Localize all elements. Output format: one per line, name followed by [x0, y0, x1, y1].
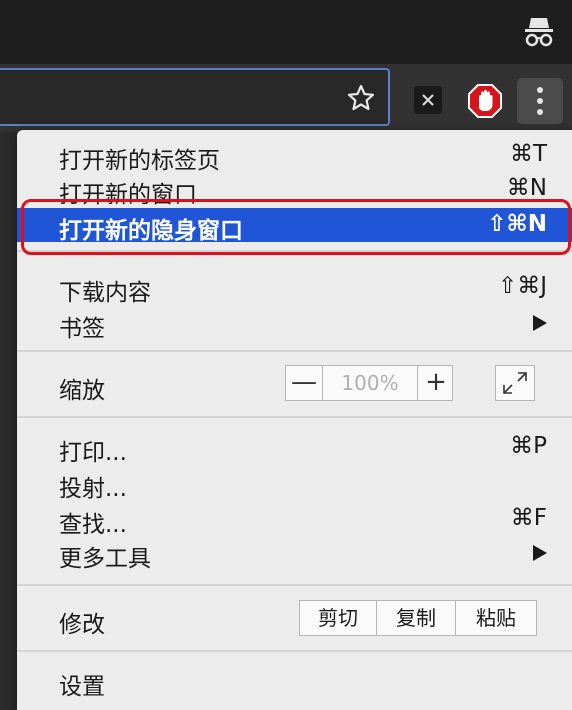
fullscreen-button[interactable]	[495, 365, 535, 401]
fullscreen-icon	[503, 372, 527, 394]
menu-item-print[interactable]: 打印... ⌘P	[17, 430, 572, 466]
submenu-arrow-icon	[533, 545, 547, 561]
menu-item-more-tools[interactable]: 更多工具	[17, 536, 572, 572]
title-bar	[0, 0, 572, 64]
edit-control: 剪切 复制 粘贴	[299, 600, 537, 636]
menu-item-new-tab[interactable]: 打开新的标签页 ⌘T	[17, 138, 572, 174]
address-bar[interactable]	[0, 68, 390, 126]
menu-separator	[17, 650, 572, 652]
cut-button[interactable]: 剪切	[300, 601, 377, 635]
star-icon[interactable]	[346, 83, 376, 113]
incognito-icon	[525, 18, 553, 47]
copy-button[interactable]: 复制	[377, 601, 456, 635]
menu-item-find[interactable]: 查找... ⌘F	[17, 502, 572, 538]
zoom-out-button[interactable]: —	[286, 366, 322, 400]
more-vert-icon[interactable]	[517, 78, 563, 124]
menu-separator	[17, 250, 572, 252]
zoom-control: — 100% +	[285, 365, 453, 401]
menu-item-new-incognito-window[interactable]: 打开新的隐身窗口 ⇧⌘N	[17, 208, 572, 244]
adblock-icon[interactable]	[468, 84, 502, 118]
menu-separator	[17, 416, 572, 418]
submenu-arrow-icon	[533, 315, 547, 331]
menu-item-bookmarks[interactable]: 书签	[17, 306, 572, 342]
zoom-in-button[interactable]: +	[418, 366, 454, 400]
menu-item-downloads[interactable]: 下载内容 ⇧⌘J	[17, 270, 572, 306]
paste-button[interactable]: 粘贴	[456, 601, 536, 635]
menu-separator	[17, 350, 572, 352]
menu-item-new-window[interactable]: 打开新的窗口 ⌘N	[17, 172, 572, 208]
menu-item-cast[interactable]: 投射...	[17, 466, 572, 502]
menu-separator	[17, 584, 572, 586]
x-extension-icon[interactable]	[414, 86, 442, 114]
zoom-level: 100%	[322, 366, 418, 400]
chrome-main-menu: 打开新的标签页 ⌘T 打开新的窗口 ⌘N 打开新的隐身窗口 ⇧⌘N 下载内容 ⇧…	[17, 130, 572, 710]
